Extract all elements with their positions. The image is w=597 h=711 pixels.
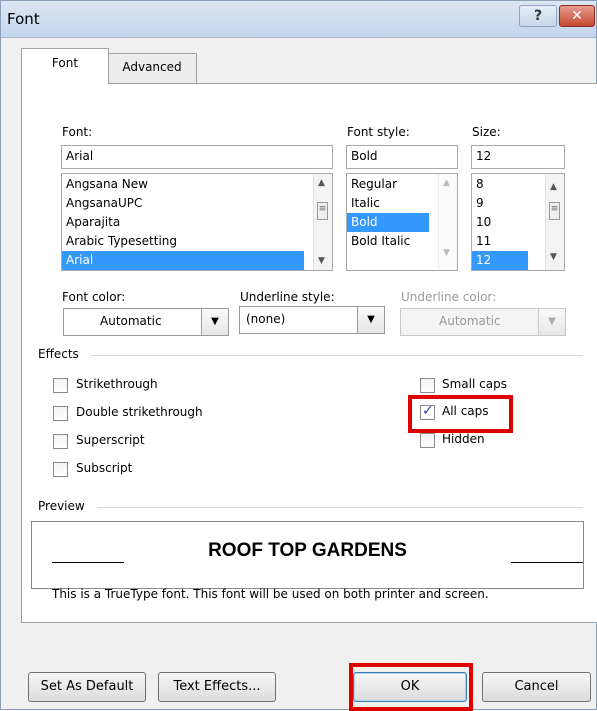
scroll-thumb[interactable]: ≡ <box>549 202 560 220</box>
preview-group-title: Preview <box>38 499 85 513</box>
font-color-label: Font color: <box>62 290 126 304</box>
all-caps-highlight <box>408 395 513 433</box>
font-name-list[interactable]: Angsana New AngsanaUPC Aparajita Arabic … <box>61 173 333 271</box>
text-effects-button[interactable]: Text Effects... <box>158 672 276 702</box>
font-list-item[interactable]: AngsanaUPC <box>62 194 332 213</box>
underline-style-dropdown[interactable]: (none) ▼ <box>239 306 385 334</box>
font-name-input[interactable]: Arial <box>61 145 333 169</box>
preview-rule-right <box>511 562 583 563</box>
scroll-up-icon[interactable]: ▲ <box>550 182 557 192</box>
font-list-scrollbar[interactable]: ▲ ≡ ▼ <box>313 174 332 270</box>
size-list-scrollbar[interactable]: ▲ ≡ ▼ <box>545 174 564 270</box>
font-color-dropdown[interactable]: Automatic ▼ <box>63 308 229 336</box>
style-list-item-selected[interactable]: Bold <box>347 213 429 232</box>
font-list-item-selected[interactable]: Arial <box>62 251 304 270</box>
font-style-list[interactable]: Regular Italic Bold Bold Italic ▲ ▼ <box>346 173 458 271</box>
dialog-title: Font <box>7 10 40 28</box>
font-style-input[interactable]: Bold <box>346 145 458 169</box>
font-list-item[interactable]: Angsana New <box>62 175 332 194</box>
size-list[interactable]: 8 9 10 11 12 ▲ ≡ ▼ <box>471 173 565 271</box>
underline-color-dropdown[interactable]: Automatic ▼ <box>400 308 566 336</box>
small-caps-label: Small caps <box>442 377 507 391</box>
hidden-checkbox[interactable] <box>420 433 435 448</box>
size-input[interactable]: 12 <box>471 145 565 169</box>
small-caps-checkbox[interactable] <box>420 378 435 393</box>
font-label: Font: <box>62 125 93 139</box>
style-list-scrollbar[interactable]: ▲ ▼ <box>438 174 457 270</box>
subscript-checkbox[interactable] <box>53 462 68 477</box>
set-as-default-button[interactable]: Set As Default <box>28 672 146 702</box>
subscript-label: Subscript <box>76 461 133 475</box>
hidden-label: Hidden <box>442 432 485 446</box>
scroll-up-icon[interactable]: ▲ <box>318 178 325 188</box>
preview-sample-text: ROOF TOP GARDENS <box>208 540 407 561</box>
size-label: Size: <box>472 125 501 139</box>
underline-style-value: (none) <box>246 312 286 326</box>
effects-divider <box>91 355 583 356</box>
preview-divider <box>97 507 583 508</box>
underline-color-label: Underline color: <box>401 290 497 304</box>
double-strikethrough-label: Double strikethrough <box>76 405 203 419</box>
superscript-checkbox[interactable] <box>53 434 68 449</box>
scroll-up-icon[interactable]: ▲ <box>443 178 450 188</box>
strikethrough-label: Strikethrough <box>76 377 158 391</box>
preview-note: This is a TrueType font. This font will … <box>52 587 489 601</box>
tab-advanced[interactable]: Advanced <box>107 53 197 83</box>
help-button[interactable]: ? <box>519 5 557 27</box>
superscript-label: Superscript <box>76 433 145 447</box>
underline-color-value: Automatic <box>439 314 501 328</box>
title-bar: Font ? ✕ <box>1 1 596 38</box>
font-list-item[interactable]: Arabic Typesetting <box>62 232 332 251</box>
scroll-down-icon[interactable]: ▼ <box>318 256 325 266</box>
font-style-label: Font style: <box>347 125 410 139</box>
underline-style-label: Underline style: <box>240 290 335 304</box>
tab-font[interactable]: Font <box>21 48 109 84</box>
scroll-down-icon[interactable]: ▼ <box>443 248 450 258</box>
chevron-down-icon[interactable]: ▼ <box>201 309 228 335</box>
ok-highlight <box>349 663 473 711</box>
font-color-value: Automatic <box>100 314 162 328</box>
preview-box: ROOF TOP GARDENS <box>31 521 584 589</box>
scroll-down-icon[interactable]: ▼ <box>550 252 557 262</box>
chevron-down-icon[interactable]: ▼ <box>538 309 565 335</box>
effects-group-title: Effects <box>38 347 79 361</box>
double-strikethrough-checkbox[interactable] <box>53 406 68 421</box>
preview-rule-left <box>52 562 124 563</box>
font-dialog: Font ? ✕ Font Advanced Font: Arial Angsa… <box>0 0 597 711</box>
chevron-down-icon[interactable]: ▼ <box>357 307 384 333</box>
size-list-item-selected[interactable]: 12 <box>472 251 528 270</box>
close-button[interactable]: ✕ <box>559 5 595 27</box>
font-list-item[interactable]: Aparajita <box>62 213 332 232</box>
scroll-thumb[interactable]: ≡ <box>317 202 328 220</box>
cancel-button[interactable]: Cancel <box>482 672 591 702</box>
strikethrough-checkbox[interactable] <box>53 378 68 393</box>
